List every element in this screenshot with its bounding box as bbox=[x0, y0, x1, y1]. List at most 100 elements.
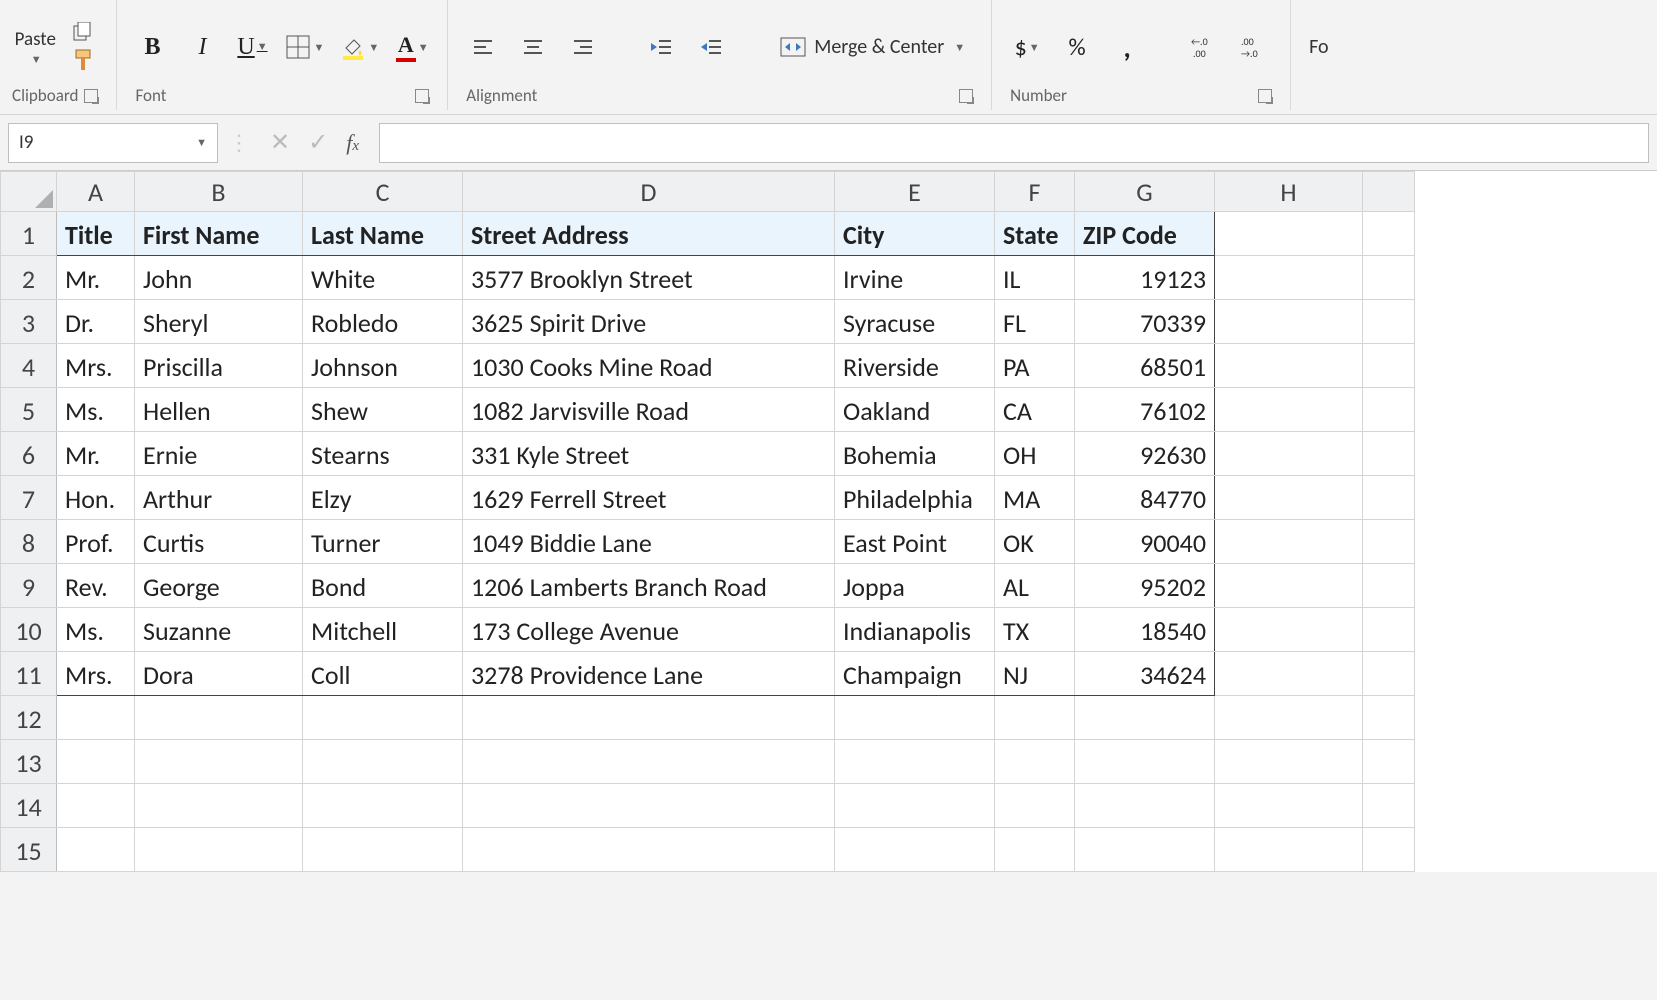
cell[interactable] bbox=[1215, 696, 1363, 740]
cell[interactable]: Arthur bbox=[135, 476, 303, 520]
row-header[interactable]: 10 bbox=[1, 608, 57, 652]
cell[interactable]: Turner bbox=[303, 520, 463, 564]
cell[interactable]: Dora bbox=[135, 652, 303, 696]
align-left-button[interactable] bbox=[466, 30, 500, 64]
cell[interactable]: Riverside bbox=[835, 344, 995, 388]
column-header[interactable]: B bbox=[135, 172, 303, 212]
cell[interactable] bbox=[57, 828, 135, 872]
increase-indent-button[interactable] bbox=[694, 30, 728, 64]
cell[interactable] bbox=[135, 784, 303, 828]
cell[interactable] bbox=[1215, 564, 1363, 608]
align-center-button[interactable] bbox=[516, 30, 550, 64]
cell[interactable]: First Name bbox=[135, 212, 303, 256]
cell[interactable]: 95202 bbox=[1075, 564, 1215, 608]
cell[interactable] bbox=[1215, 784, 1363, 828]
cell[interactable] bbox=[57, 784, 135, 828]
currency-button[interactable]: $▼ bbox=[1010, 30, 1044, 64]
cell[interactable] bbox=[1215, 828, 1363, 872]
cell[interactable]: Mr. bbox=[57, 432, 135, 476]
cell[interactable]: CA bbox=[995, 388, 1075, 432]
row-header[interactable]: 6 bbox=[1, 432, 57, 476]
cell[interactable] bbox=[1363, 652, 1415, 696]
cell[interactable] bbox=[135, 828, 303, 872]
cell[interactable] bbox=[1075, 828, 1215, 872]
borders-button[interactable]: ▼ bbox=[285, 30, 324, 64]
spreadsheet-grid[interactable]: ABCDEFGH1TitleFirst NameLast NameStreet … bbox=[0, 171, 1657, 872]
column-header[interactable]: G bbox=[1075, 172, 1215, 212]
cell[interactable]: NJ bbox=[995, 652, 1075, 696]
cancel-icon[interactable]: ✕ bbox=[270, 128, 290, 157]
row-header[interactable]: 12 bbox=[1, 696, 57, 740]
column-header[interactable] bbox=[1363, 172, 1415, 212]
cell[interactable] bbox=[1215, 344, 1363, 388]
cell[interactable]: 3577 Brooklyn Street bbox=[463, 256, 835, 300]
cell[interactable]: Oakland bbox=[835, 388, 995, 432]
cell[interactable]: Priscilla bbox=[135, 344, 303, 388]
cell[interactable]: Ms. bbox=[57, 388, 135, 432]
cell[interactable]: 34624 bbox=[1075, 652, 1215, 696]
cell[interactable]: Syracuse bbox=[835, 300, 995, 344]
cell[interactable] bbox=[303, 784, 463, 828]
row-header[interactable]: 14 bbox=[1, 784, 57, 828]
cell[interactable] bbox=[1363, 344, 1415, 388]
cell[interactable]: 1049 Biddie Lane bbox=[463, 520, 835, 564]
cell[interactable]: Bond bbox=[303, 564, 463, 608]
font-color-button[interactable]: A ▼ bbox=[395, 30, 429, 64]
cell[interactable]: Coll bbox=[303, 652, 463, 696]
cell[interactable]: East Point bbox=[835, 520, 995, 564]
cell[interactable]: AL bbox=[995, 564, 1075, 608]
cell[interactable]: 84770 bbox=[1075, 476, 1215, 520]
cell[interactable]: 1629 Ferrell Street bbox=[463, 476, 835, 520]
row-header[interactable]: 2 bbox=[1, 256, 57, 300]
cell[interactable] bbox=[57, 696, 135, 740]
cell[interactable] bbox=[303, 696, 463, 740]
fill-color-button[interactable]: ▼ bbox=[340, 30, 379, 64]
cell[interactable] bbox=[1363, 696, 1415, 740]
cell[interactable]: Johnson bbox=[303, 344, 463, 388]
cell[interactable]: MA bbox=[995, 476, 1075, 520]
cell[interactable] bbox=[1215, 520, 1363, 564]
cell[interactable] bbox=[1363, 256, 1415, 300]
decrease-decimal-button[interactable]: .00→.0 bbox=[1238, 30, 1272, 64]
cell[interactable]: 92630 bbox=[1075, 432, 1215, 476]
cell[interactable] bbox=[1215, 256, 1363, 300]
cell[interactable] bbox=[1363, 300, 1415, 344]
cell[interactable] bbox=[1363, 740, 1415, 784]
cell[interactable] bbox=[57, 740, 135, 784]
comma-style-button[interactable]: , bbox=[1110, 30, 1144, 64]
increase-decimal-button[interactable]: ←.0.00 bbox=[1188, 30, 1222, 64]
chevron-down-icon[interactable]: ▼ bbox=[196, 136, 207, 149]
cell[interactable] bbox=[463, 696, 835, 740]
cell[interactable]: Prof. bbox=[57, 520, 135, 564]
cell[interactable]: City bbox=[835, 212, 995, 256]
cell[interactable]: 3278 Providence Lane bbox=[463, 652, 835, 696]
cell[interactable]: Mrs. bbox=[57, 652, 135, 696]
cell[interactable]: White bbox=[303, 256, 463, 300]
cell[interactable] bbox=[1363, 564, 1415, 608]
cell[interactable]: Irvine bbox=[835, 256, 995, 300]
cell[interactable]: TX bbox=[995, 608, 1075, 652]
column-header[interactable]: H bbox=[1215, 172, 1363, 212]
column-header[interactable]: D bbox=[463, 172, 835, 212]
clipboard-launcher-icon[interactable] bbox=[84, 89, 98, 103]
cell[interactable] bbox=[463, 784, 835, 828]
alignment-launcher-icon[interactable] bbox=[959, 89, 973, 103]
cell[interactable] bbox=[995, 784, 1075, 828]
cell[interactable] bbox=[995, 828, 1075, 872]
cell[interactable] bbox=[1363, 828, 1415, 872]
cell[interactable]: 173 College Avenue bbox=[463, 608, 835, 652]
column-header[interactable]: A bbox=[57, 172, 135, 212]
cell[interactable]: 1206 Lamberts Branch Road bbox=[463, 564, 835, 608]
cell[interactable] bbox=[135, 696, 303, 740]
cell[interactable]: Champaign bbox=[835, 652, 995, 696]
cell[interactable]: Curtis bbox=[135, 520, 303, 564]
cell[interactable]: 68501 bbox=[1075, 344, 1215, 388]
row-header[interactable]: 1 bbox=[1, 212, 57, 256]
cell[interactable] bbox=[1215, 652, 1363, 696]
cell[interactable] bbox=[835, 740, 995, 784]
cell[interactable] bbox=[463, 828, 835, 872]
cell[interactable] bbox=[995, 696, 1075, 740]
cell[interactable] bbox=[1363, 520, 1415, 564]
cell[interactable] bbox=[1363, 432, 1415, 476]
cell[interactable]: 1082 Jarvisville Road bbox=[463, 388, 835, 432]
